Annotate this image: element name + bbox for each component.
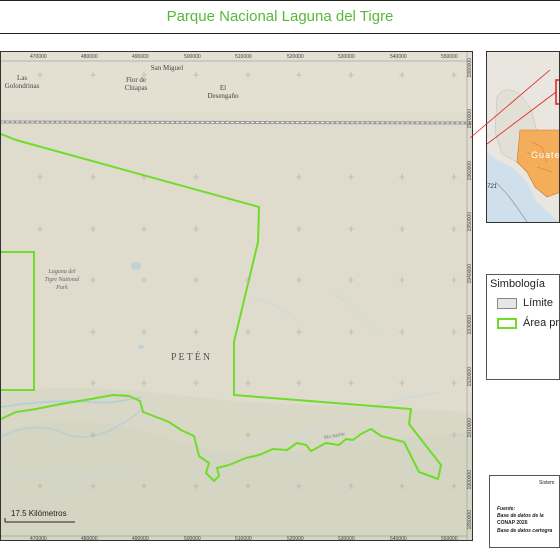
source-line: CONAP 2026 — [497, 520, 528, 526]
x-tick-label-bottom: 530000 — [338, 536, 355, 541]
legend-swatch-protected-area — [497, 318, 517, 329]
x-tick-label: 500000 — [184, 54, 201, 60]
region-label-peten: PETÉN — [171, 352, 213, 363]
x-tick-label-bottom: 550000 — [441, 536, 458, 541]
place-las-golondrinas: Las Golondrinas — [4, 74, 40, 90]
legend-title: Simbología — [490, 278, 546, 290]
map-title: Parque Nacional Laguna del Tigre — [166, 8, 394, 25]
x-tick-label: 480000 — [81, 54, 98, 60]
legend-label-limit: Límite — [523, 297, 553, 309]
y-tick-label: 1950000 — [467, 212, 473, 232]
y-tick-label: 1940000 — [467, 264, 473, 284]
x-tick-label: 530000 — [338, 54, 355, 60]
terrain-map — [1, 52, 472, 540]
place-el-desengano: El Desengaño — [207, 84, 239, 100]
x-tick-label: 490000 — [132, 54, 149, 60]
x-tick-label: 510000 — [235, 54, 252, 60]
x-tick-label-bottom: 500000 — [184, 536, 201, 541]
x-tick-label-bottom: 480000 — [81, 536, 98, 541]
y-tick-label: 1920000 — [467, 367, 473, 387]
top-border-line — [0, 0, 560, 1]
scale-bar-label: 17.5 Kilómetros — [11, 509, 67, 518]
main-map[interactable]: 470000 480000 490000 500000 510000 52000… — [0, 51, 473, 541]
place-flor-de-chiapas: Flor de Chiapas — [124, 76, 148, 92]
x-tick-label: 470000 — [30, 54, 47, 60]
source-line: Base de datos de la — [497, 513, 544, 519]
x-tick-label-bottom: 470000 — [30, 536, 47, 541]
y-tick-label: 1900000 — [467, 470, 473, 490]
title-border-line — [0, 33, 560, 34]
inset-road-label: 721 — [487, 184, 498, 190]
x-tick-label: 540000 — [390, 54, 407, 60]
legend-swatch-limit — [497, 298, 517, 309]
x-tick-label-bottom: 540000 — [390, 536, 407, 541]
inset-country-label: Guate — [531, 150, 560, 160]
legend-box: Simbología Límite Área pro — [486, 274, 560, 380]
source-line: Base de datos cartogra — [497, 528, 553, 534]
x-tick-label-bottom: 490000 — [132, 536, 149, 541]
legend-label-protected-area: Área pro — [523, 317, 560, 329]
inset-connector-line — [470, 70, 551, 139]
source-line: Fuente: — [497, 506, 516, 512]
y-tick-label: 1910000 — [467, 418, 473, 438]
x-tick-label: 520000 — [287, 54, 304, 60]
x-tick-label: 550000 — [441, 54, 458, 60]
x-tick-label-bottom: 510000 — [235, 536, 252, 541]
y-tick-label: 1960000 — [467, 161, 473, 181]
park-label: Laguna del Tigre National Park — [44, 269, 80, 291]
x-tick-label-bottom: 520000 — [287, 536, 304, 541]
y-tick-label: 1890000 — [467, 510, 473, 530]
y-tick-label: 1930000 — [467, 315, 473, 335]
source-title: Sistem — [539, 480, 555, 486]
source-info-box: Sistem Fuente: Base de datos de la CONAP… — [489, 475, 560, 548]
place-san-miguel: San Miguel — [150, 64, 184, 72]
